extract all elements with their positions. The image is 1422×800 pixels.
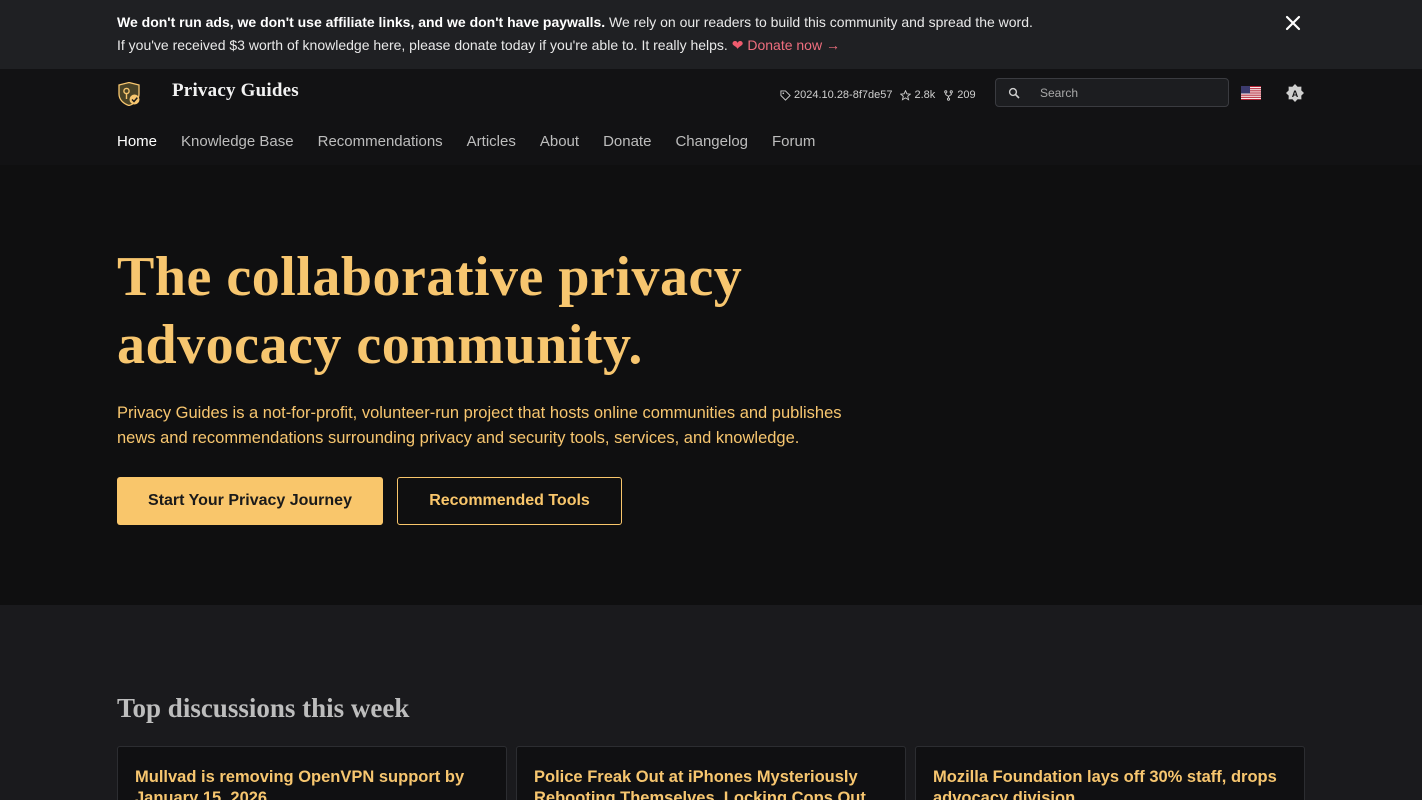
search-icon — [1008, 87, 1020, 99]
banner-line-2: If you've received $3 worth of knowledge… — [117, 34, 1422, 57]
us-flag-icon[interactable] — [1241, 86, 1261, 100]
hero-title: The collaborative privacy advocacy commu… — [117, 246, 743, 376]
nav-item-about[interactable]: About — [540, 133, 579, 153]
banner-text-1: We rely on our readers to build this com… — [605, 14, 1033, 30]
donate-now-label: Donate now — [747, 37, 823, 53]
hero-description: Privacy Guides is a not-for-profit, volu… — [117, 404, 842, 447]
search-input[interactable] — [1040, 84, 1220, 102]
privacy-guides-logo-icon[interactable] — [117, 82, 141, 106]
fork-icon — [944, 89, 954, 101]
stars-fact: 2.8k — [900, 89, 935, 101]
discussions-title: Top discussions this week — [117, 693, 410, 723]
hero-section: The collaborative privacy advocacy commu… — [0, 165, 1422, 605]
nav-item-recommendations[interactable]: Recommendations — [318, 133, 443, 153]
discussion-card[interactable]: Police Freak Out at iPhones Mysteriously… — [516, 746, 906, 800]
nav-item-knowledge-base[interactable]: Knowledge Base — [181, 133, 294, 153]
discussion-title: Police Freak Out at iPhones Mysteriously… — [534, 768, 866, 800]
version-fact: 2024.10.28-8f7de57 — [780, 89, 892, 101]
nav-item-articles[interactable]: Articles — [467, 133, 516, 153]
nav-item-donate[interactable]: Donate — [603, 133, 651, 153]
svg-text:A: A — [1292, 89, 1299, 99]
donate-now-link[interactable]: Donate now → — [747, 37, 840, 53]
search-box[interactable] — [995, 78, 1229, 107]
banner-bold-text: We don't run ads, we don't use affiliate… — [117, 14, 606, 30]
announcement-banner: We don't run ads, we don't use affiliate… — [0, 0, 1422, 69]
forks-fact: 209 — [943, 89, 976, 101]
arrow-right-icon: → — [825, 37, 840, 53]
main-navigation: Home Knowledge Base Recommendations Arti… — [117, 133, 839, 153]
discussion-card[interactable]: Mullvad is removing OpenVPN support by J… — [117, 746, 507, 800]
heart-icon: ❤ — [731, 37, 744, 53]
top-discussions-section: Top discussions this week Mullvad is rem… — [0, 605, 1422, 800]
close-icon[interactable] — [1283, 13, 1303, 33]
banner-text-2: If you've received $3 worth of knowledge… — [117, 37, 728, 53]
nav-item-changelog[interactable]: Changelog — [675, 133, 748, 153]
star-icon — [900, 89, 912, 101]
repository-info[interactable]: 2024.10.28-8f7de57 2.8k 209 — [780, 88, 976, 102]
nav-item-home[interactable]: Home — [117, 133, 157, 153]
forks-count: 209 — [957, 89, 976, 101]
site-name[interactable]: Privacy Guides — [172, 80, 299, 102]
discussion-card[interactable]: Mozilla Foundation lays off 30% staff, d… — [915, 746, 1305, 800]
tag-icon — [780, 89, 791, 101]
start-privacy-journey-button[interactable]: Start Your Privacy Journey — [117, 477, 383, 525]
discussion-title: Mullvad is removing OpenVPN support by J… — [135, 768, 465, 800]
site-header: Privacy Guides 2024.10.28-8f7de57 2.8k 2… — [0, 69, 1422, 165]
brightness-auto-icon[interactable]: A — [1285, 83, 1305, 103]
recommended-tools-button[interactable]: Recommended Tools — [397, 477, 622, 525]
banner-line-1: We don't run ads, we don't use affiliate… — [117, 11, 1422, 34]
stars-count: 2.8k — [914, 89, 936, 101]
nav-item-forum[interactable]: Forum — [772, 133, 815, 153]
version-text: 2024.10.28-8f7de57 — [794, 89, 893, 101]
discussion-title: Mozilla Foundation lays off 30% staff, d… — [933, 768, 1277, 800]
